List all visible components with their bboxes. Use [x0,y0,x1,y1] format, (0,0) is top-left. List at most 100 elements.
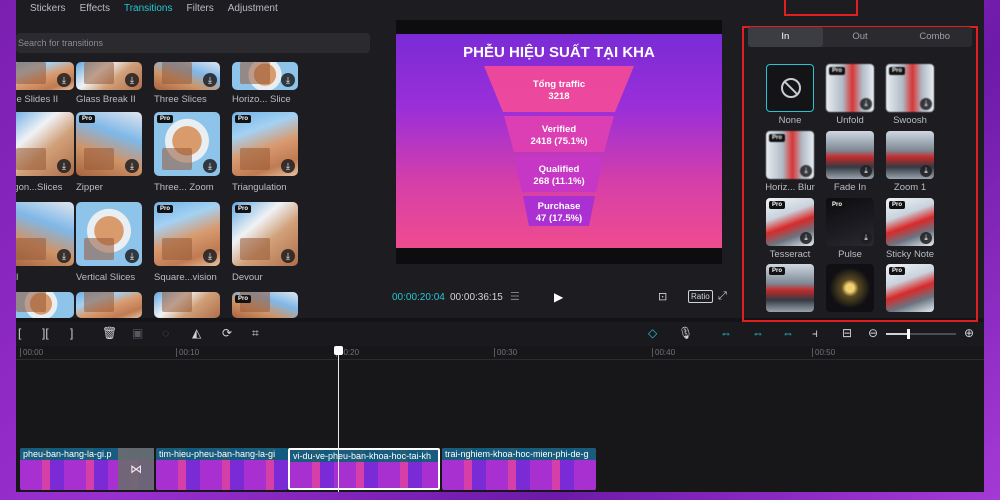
time-ruler[interactable]: 00:00 00:10 00:20 00:30 00:40 00:50 [16,346,984,360]
download-icon[interactable]: ⤓ [57,73,71,87]
split-left-icon[interactable]: [ [18,326,21,340]
zoom-slider-handle[interactable] [907,329,910,339]
clip-name: trai-nghiem-khoa-hoc-mien-phi-de-g [442,448,596,460]
main-track-magnet-icon[interactable]: ⇔ [720,326,732,340]
transition-label: Glass Break II [76,94,136,105]
transition-thumbnail: Pro ⤓ [232,202,298,266]
download-icon[interactable]: ⤓ [125,249,139,263]
playhead-handle[interactable] [334,346,343,355]
tab-adjustment[interactable]: Adjustment [228,3,278,14]
download-icon[interactable]: ⤓ [860,98,872,110]
transition-label: Vertical Slices [76,272,136,283]
video-clip[interactable]: vi-du-ve-pheu-ban-khoa-hoc-tai-kh [288,448,440,490]
transition-thumbnail: ⤓ [16,62,74,90]
mirror-icon[interactable]: ◭ [192,326,201,340]
download-icon[interactable]: ⤓ [800,165,812,177]
tab-stickers[interactable]: Stickers [30,3,66,14]
download-icon[interactable]: ⤓ [281,73,295,87]
transition-thumbnail: ⤓ [16,202,74,266]
download-icon[interactable]: ⤓ [125,73,139,87]
video-clip[interactable]: tim-hieu-pheu-ban-hang-la-gi [156,448,288,490]
playhead[interactable] [334,346,343,492]
preview-canvas[interactable]: PHỄU HIỆU SUẤT TẠI KHA Tổng traffic 3218 V… [396,20,722,264]
split-right-icon[interactable]: ] [70,326,73,340]
timeline[interactable]: 00:00 00:10 00:20 00:30 00:40 00:50 pheu-ban-… [16,346,984,492]
pro-badge: Pro [769,201,786,209]
tab-out[interactable]: Out [823,27,898,47]
delete-icon[interactable]: 🗑 [102,326,117,340]
slide: PHỄU HIỆU SUẤT TẠI KHA Tổng traffic 3218 V… [396,34,722,248]
timeline-zoom-slider[interactable] [886,329,956,339]
pro-badge: Pro [157,205,174,213]
pro-badge: Pro [157,115,174,123]
timeline-toolbar: [ ][ ] 🗑 ▣ ◌ ◭ ⟳ ⌗ ◇ 🎙 ⇔ ⇔ ⇔ ⫞ ⊟ ⊖ ⊕ [16,322,984,346]
split-icon[interactable]: ][ [42,326,49,340]
download-icon[interactable]: ⤓ [57,159,71,173]
fit-screen-icon[interactable]: ⊡ [658,290,667,303]
download-icon[interactable]: ⤓ [203,159,217,173]
transition-thumbnail: Pro ⤓ [76,112,142,176]
download-icon[interactable]: ⤓ [800,232,812,244]
tab-combo[interactable]: Combo [897,27,972,47]
transition-label: Horizo... Slice [232,94,291,105]
transition-search-input[interactable]: Search for transitions [16,33,370,53]
pro-badge: Pro [769,267,786,275]
transition-thumbnail: Pro ⤓ [154,112,220,176]
preview-panel: PHỄU HIỆU SUẤT TẠI KHA Tổng traffic 3218 V… [386,0,746,318]
animation-direction-tabs: In Out Combo [748,27,972,47]
crop-icon[interactable]: ⌗ [252,326,259,341]
zoom-out-icon[interactable]: ⊖ [868,326,878,340]
current-time: 00:00:20:04 [392,292,445,303]
download-icon[interactable]: ⤓ [57,249,71,263]
transition-label: Square...vision [154,272,217,283]
animation-thumbnail: ⤓ [826,131,874,179]
video-clip[interactable]: trai-nghiem-khoa-hoc-mien-phi-de-g [442,448,596,490]
tab-effects[interactable]: Effects [80,3,110,14]
download-icon[interactable]: ⤓ [203,249,217,263]
reverse-icon[interactable]: ◌ [162,326,169,340]
transition-thumbnail: ⤓ [76,62,142,90]
download-icon[interactable]: ⤓ [920,232,932,244]
keyframe-icon[interactable]: ◇ [648,326,657,340]
preview-axis-icon[interactable]: ⊟ [842,326,852,340]
animation-thumbnail: Pro [766,264,814,312]
animation-thumbnail: Pro ⤓ [886,198,934,246]
download-icon[interactable]: ⤓ [203,73,217,87]
tab-in[interactable]: In [748,27,823,47]
zoom-in-icon[interactable]: ⊕ [964,326,974,340]
linkage-icon[interactable]: ⇔ [782,326,794,340]
funnel-stage-name: Purchase [538,201,581,212]
download-icon[interactable]: ⤓ [281,159,295,173]
list-icon[interactable]: ☰ [510,290,520,303]
download-icon[interactable]: ⤓ [920,98,932,110]
download-icon[interactable]: ⤓ [281,249,295,263]
animation-thumbnail: ⤓ [886,131,934,179]
tab-transitions[interactable]: Transitions [124,3,173,14]
transition-marker[interactable]: ⋈ [118,448,154,490]
pro-badge: Pro [769,134,786,142]
ruler-tick: 00:30 [494,348,517,357]
highlight-box-top [784,0,858,16]
download-icon[interactable]: ⤓ [125,159,139,173]
funnel-stage-value: 2418 (75.1%) [530,136,587,147]
auto-snap-icon[interactable]: ⇔ [752,326,764,340]
rotate-icon[interactable]: ⟳ [222,326,232,340]
animation-label: Pulse [838,249,862,260]
video-editor-app: Stickers Effects Transitions Filters Adj… [16,0,984,492]
microphone-icon[interactable]: 🎙 [678,326,693,340]
animation-thumbnail: Pro ⤓ [826,64,874,112]
download-icon[interactable]: ⤓ [920,165,932,177]
tab-filters[interactable]: Filters [187,3,214,14]
split-screen-icon[interactable]: ⫞ [812,326,818,341]
freeze-icon[interactable]: ▣ [132,326,143,340]
play-icon[interactable]: ▶ [554,290,563,304]
download-icon[interactable]: ⤓ [860,232,872,244]
animation-label: Unfold [836,115,864,126]
animation-label: Tesseract [769,249,811,260]
funnel-stage-value: 3218 [548,91,569,102]
fullscreen-icon[interactable]: ⤢ [718,290,727,303]
funnel-chart: Tổng traffic3218 Verified2418 (75.1%) Qual… [484,66,634,226]
download-icon[interactable]: ⤓ [860,165,872,177]
animation-label: Sticky Note [885,249,935,260]
ratio-button[interactable]: Ratio [688,290,713,303]
